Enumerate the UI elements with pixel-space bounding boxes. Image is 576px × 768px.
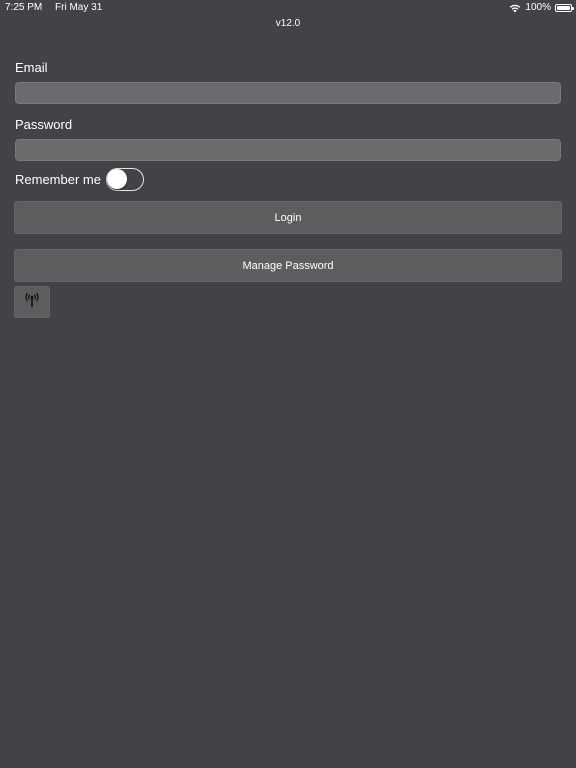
antenna-icon <box>25 292 39 313</box>
password-field[interactable] <box>15 139 561 161</box>
status-bar: 7:25 PM Fri May 31 100% <box>0 0 576 16</box>
battery-icon <box>555 4 574 12</box>
app-version: v12.0 <box>275 18 301 29</box>
remember-me-toggle[interactable] <box>105 167 144 191</box>
battery-fill <box>557 6 570 10</box>
battery-percent: 100% <box>525 2 551 13</box>
remember-row: Remember me <box>15 167 144 191</box>
status-date: Fri May 31 <box>55 2 103 13</box>
status-left: 7:25 PM Fri May 31 <box>5 0 112 16</box>
login-screen: 7:25 PM Fri May 31 100% v12.0 Email Pass… <box>0 0 576 768</box>
wifi-icon <box>509 2 521 14</box>
remember-me-label: Remember me <box>15 171 101 187</box>
toggle-knob <box>106 168 127 189</box>
password-label: Password <box>15 117 73 132</box>
status-right: 100% <box>509 0 574 16</box>
email-field[interactable] <box>15 82 561 104</box>
login-button[interactable]: Login <box>14 201 562 234</box>
antenna-button[interactable] <box>14 286 50 318</box>
status-time: 7:25 PM <box>5 2 43 13</box>
manage-password-button[interactable]: Manage Password <box>14 249 562 282</box>
email-label: Email <box>15 60 48 75</box>
